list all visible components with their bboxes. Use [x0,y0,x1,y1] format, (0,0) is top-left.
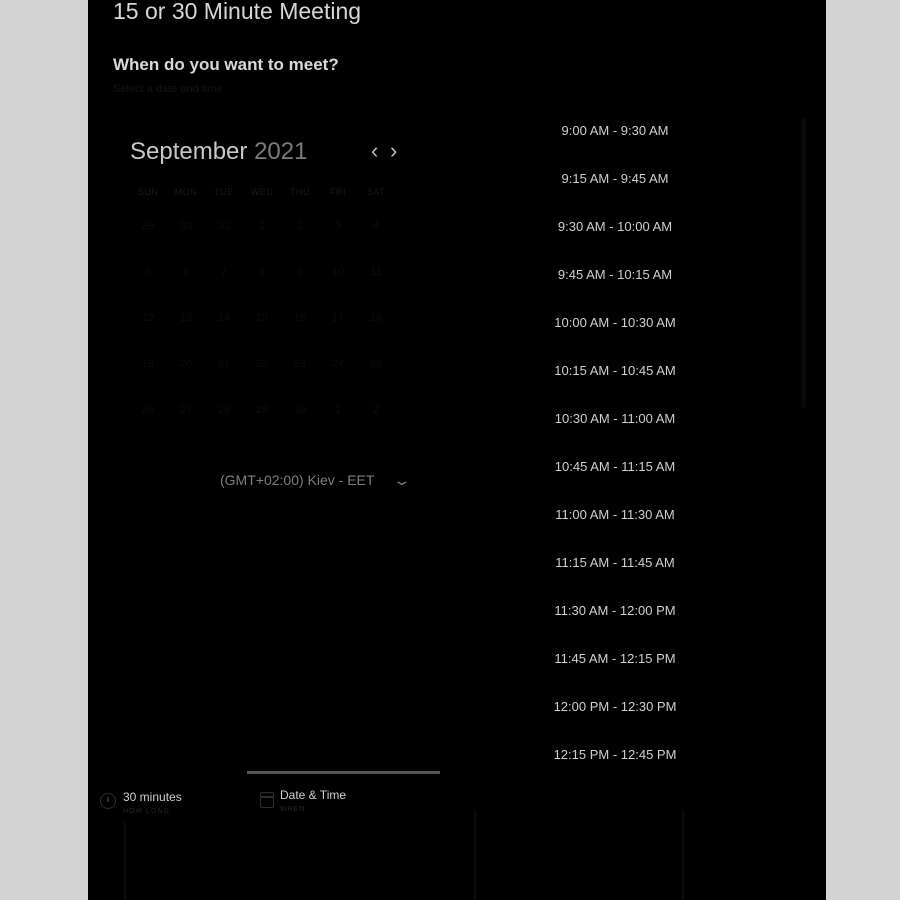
chevron-right-icon[interactable]: › [390,138,397,164]
calendar-day[interactable]: 28 [210,404,238,416]
time-slot-button[interactable]: 11:30 AM - 12:00 PM [540,603,690,618]
chevron-down-icon[interactable]: ⌄ [392,472,411,489]
weekday-label: FRI [330,187,346,197]
weekday-label: SUN [137,187,159,197]
time-slot-button[interactable]: 10:00 AM - 10:30 AM [540,315,690,330]
calendar-day[interactable]: 31 [210,220,238,232]
calendar-month-label: September 2021 [130,138,307,166]
calendar-day[interactable]: 30 [286,404,314,416]
duration-step-sub: HOW LONG [123,808,170,815]
datetime-step-sub: WHEN [280,806,306,813]
calendar-day[interactable]: 29 [248,404,276,416]
calendar-day[interactable]: 11 [362,266,390,278]
calendar-day[interactable]: 23 [286,358,314,370]
time-slot-button[interactable]: 9:30 AM - 10:00 AM [540,219,690,234]
weekday-label: TUE [214,187,234,197]
page-title: 15 or 30 Minute Meeting [113,0,362,24]
calendar-day[interactable]: 18 [362,312,390,324]
calendar-day[interactable]: 4 [362,220,390,232]
calendar-icon [260,792,274,808]
calendar-year: 2021 [254,138,308,165]
time-slot-button[interactable]: 9:15 AM - 9:45 AM [540,171,690,186]
calendar-day[interactable]: 26 [134,404,162,416]
weekday-label: THU [290,187,310,197]
calendar-day[interactable]: 10 [324,266,352,278]
time-slot-button[interactable]: 9:45 AM - 10:15 AM [540,267,690,282]
calendar-day[interactable]: 8 [248,266,276,278]
time-slot-button[interactable]: 10:30 AM - 11:00 AM [540,411,690,426]
calendar-day[interactable]: 14 [210,312,238,324]
calendar-day[interactable]: 15 [248,312,276,324]
calendar-day[interactable]: 7 [210,266,238,278]
clock-icon [100,793,116,809]
weekday-label: WED [250,187,274,197]
time-slot-button[interactable]: 11:45 AM - 12:15 PM [540,651,690,666]
time-slot-button[interactable]: 11:15 AM - 11:45 AM [540,555,690,570]
divider [682,810,684,900]
calendar-day[interactable]: 1 [248,220,276,232]
divider [474,810,476,900]
calendar-day[interactable]: 16 [286,312,314,324]
calendar-day[interactable]: 5 [134,266,162,278]
calendar-day[interactable]: 29 [134,220,162,232]
slots-scrollbar[interactable] [801,118,806,408]
section-heading: When do you want to meet? [113,55,339,74]
time-slot-button[interactable]: 10:45 AM - 11:15 AM [540,459,690,474]
datetime-step-label[interactable]: Date & Time [280,788,346,802]
calendar-day[interactable]: 6 [172,266,200,278]
weekday-label: MON [174,187,198,197]
calendar-day[interactable]: 27 [172,404,200,416]
calendar-day[interactable]: 2 [362,404,390,416]
calendar-day[interactable]: 24 [324,358,352,370]
weekday-label: SAT [366,187,386,197]
active-step-indicator [247,771,440,774]
time-slot-button[interactable]: 9:00 AM - 9:30 AM [540,123,690,138]
calendar-day[interactable]: 3 [324,220,352,232]
calendar-day[interactable]: 19 [134,358,162,370]
calendar-day[interactable]: 20 [172,358,200,370]
calendar-month: September [130,138,248,165]
calendar-day[interactable]: 21 [210,358,238,370]
calendar-day[interactable]: 25 [362,358,390,370]
calendar-day[interactable]: 30 [172,220,200,232]
calendar-day[interactable]: 13 [172,312,200,324]
timezone-select[interactable]: (GMT+02:00) Kiev - EET [220,472,374,488]
calendar-day[interactable]: 2 [286,220,314,232]
time-slot-button[interactable]: 12:15 PM - 12:45 PM [540,747,690,762]
calendar-day[interactable]: 9 [286,266,314,278]
time-slot-button[interactable]: 10:15 AM - 10:45 AM [540,363,690,378]
calendar-day[interactable]: 12 [134,312,162,324]
divider [124,822,126,900]
chevron-left-icon[interactable]: ‹ [371,138,378,164]
calendar-day[interactable]: 17 [324,312,352,324]
section-subheading: Select a date and time [113,83,223,95]
booking-panel: 15 or 30 Minute Meeting When do you want… [88,0,826,900]
calendar-day[interactable]: 1 [324,404,352,416]
time-slot-button[interactable]: 11:00 AM - 11:30 AM [540,507,690,522]
duration-step-label[interactable]: 30 minutes [123,790,182,804]
time-slot-button[interactable]: 12:00 PM - 12:30 PM [540,699,690,714]
calendar-day[interactable]: 22 [248,358,276,370]
